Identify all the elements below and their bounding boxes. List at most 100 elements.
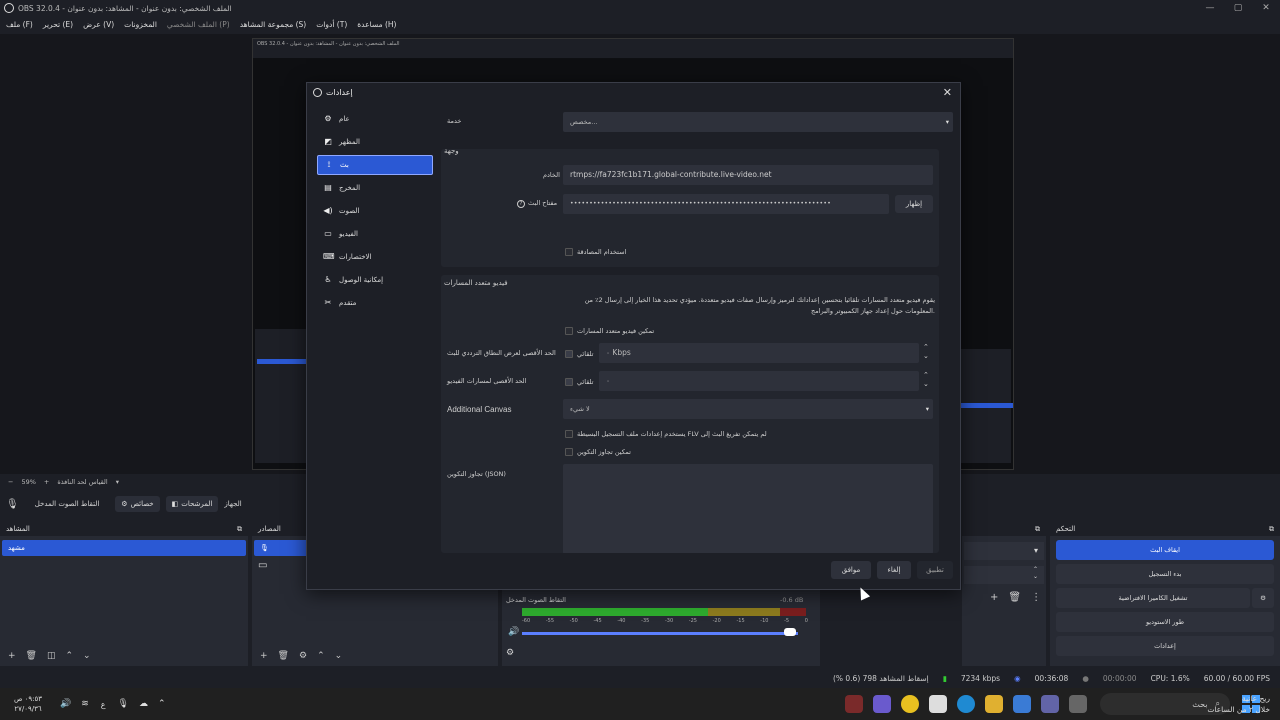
zoom-minus-button[interactable]: −	[8, 478, 13, 486]
menu-edit[interactable]: تحرير (E)	[43, 20, 73, 29]
flv-option-checkbox[interactable]	[565, 430, 573, 438]
undock-icon[interactable]: ⧉	[237, 525, 242, 534]
help-icon[interactable]: ?	[517, 200, 525, 208]
enable-multitrack-checkbox[interactable]	[565, 327, 573, 335]
nav-video[interactable]: ▭ الفيديو	[317, 224, 433, 244]
undock-icon[interactable]: ⧉	[1269, 525, 1274, 534]
nav-output[interactable]: ▤ المخرج	[317, 178, 433, 198]
edge-icon[interactable]	[957, 695, 975, 713]
clock[interactable]: ٠٩:٥٣ ص ٢٧/٠٩/٣٦	[6, 694, 50, 714]
weather-widget[interactable]: ريح عاتية خلال ٢ من الساعات	[1207, 693, 1270, 715]
source-item-selected[interactable]: 🎙	[254, 540, 310, 556]
max-bandwidth-auto-checkbox[interactable]	[565, 350, 573, 358]
wifi-icon[interactable]: ≋	[81, 699, 89, 709]
server-input[interactable]: rtmps://fa723fc1b171.global-contribute.l…	[563, 165, 933, 185]
apply-button[interactable]: تطبيق	[917, 561, 953, 579]
undock-icon[interactable]: ⧉	[1035, 525, 1040, 534]
menu-file[interactable]: ملف (F)	[6, 20, 33, 29]
add-icon[interactable]: +	[8, 651, 16, 661]
properties-button[interactable]: ⚙ خصائص	[115, 496, 160, 512]
menu-docks[interactable]: المخزونات	[124, 20, 157, 29]
trash-icon[interactable]: 🗑	[1008, 592, 1021, 603]
record-time: 00:00:00	[1102, 673, 1137, 683]
folder-icon[interactable]	[985, 695, 1003, 713]
nav-advanced[interactable]: ✂ متقدم	[317, 293, 433, 313]
scenes-dock-footer: + 🗑 ◫ ⌃ ⌄	[0, 646, 248, 666]
discord-icon[interactable]	[873, 695, 891, 713]
meter-yellow	[708, 608, 780, 616]
taskview-icon[interactable]	[1069, 695, 1087, 713]
copilot-icon[interactable]	[1013, 695, 1031, 713]
additional-canvas-select[interactable]: لا شيء ▾	[563, 399, 933, 419]
close-icon[interactable]: ✕	[943, 86, 952, 99]
cloud-icon[interactable]: ☁	[139, 699, 148, 709]
nav-audio[interactable]: ◀) الصوت	[317, 201, 433, 221]
menu-tools[interactable]: أدوات (T)	[316, 20, 347, 29]
scene-item[interactable]: مشهد	[2, 540, 246, 556]
nav-stream[interactable]: ⟟ بث	[317, 155, 433, 175]
zoom-label[interactable]: القياس لحد النافذة	[57, 478, 107, 486]
stream-icon: ◉	[1014, 673, 1021, 683]
gear-icon[interactable]: ⚙	[299, 651, 307, 661]
add-icon[interactable]: +	[260, 651, 268, 661]
microphone-icon[interactable]: 🎙	[118, 699, 129, 709]
ok-button[interactable]: موافق	[831, 561, 871, 579]
obs-taskbar-icon[interactable]	[845, 695, 863, 713]
filter-icon[interactable]: ◫	[47, 651, 56, 661]
use-auth-checkbox[interactable]	[565, 248, 573, 256]
nav-hotkeys[interactable]: ⌨ الاختصارات	[317, 247, 433, 267]
max-bandwidth-spinner[interactable]: ⌃ ⌄	[923, 343, 929, 361]
duration-spinner[interactable]: ⌃ ⌄	[964, 566, 1044, 584]
studio-mode-button[interactable]: طور الاستوديو	[1056, 612, 1274, 632]
service-select[interactable]: مخصص... ▾	[563, 112, 953, 132]
transition-actions: + 🗑 ⋮	[990, 592, 1041, 603]
cancel-button[interactable]: إلغاء	[877, 561, 911, 579]
stream-key-input[interactable]: ••••••••••••••••••••••••••••••••••••••••…	[563, 194, 889, 214]
max-tracks-input[interactable]: ٠	[599, 371, 919, 391]
menu-help[interactable]: مساعدة (H)	[357, 20, 396, 29]
maximize-button[interactable]: ▢	[1224, 0, 1252, 16]
transition-select[interactable]: ▾	[964, 542, 1044, 560]
snapchat-icon[interactable]	[901, 695, 919, 713]
nav-accessibility[interactable]: ♿ إمكانية الوصول	[317, 270, 433, 290]
chevron-down-icon[interactable]: ⌄	[83, 651, 91, 661]
teams-icon[interactable]	[1041, 695, 1059, 713]
max-tracks-spinner[interactable]: ⌃ ⌄	[923, 371, 929, 389]
nav-appearance[interactable]: ◩ المظهر	[317, 132, 433, 152]
trash-icon[interactable]: 🗑	[26, 651, 37, 661]
trash-icon[interactable]: 🗑	[278, 651, 289, 661]
mixer-gear-icon[interactable]: ⚙	[506, 648, 514, 658]
virtual-camera-gear-icon[interactable]: ⚙	[1252, 588, 1274, 608]
start-recording-button[interactable]: بدء التسجيل	[1056, 564, 1274, 584]
chevron-up-icon[interactable]: ⌃	[317, 651, 325, 661]
show-key-button[interactable]: إظهار	[895, 195, 933, 213]
nav-general[interactable]: ⚙ عام	[317, 109, 433, 129]
settings-button[interactable]: إعدادات	[1056, 636, 1274, 656]
add-icon[interactable]: +	[990, 592, 998, 603]
more-icon[interactable]: ⋮	[1031, 592, 1041, 603]
speaker-icon[interactable]: 🔊	[508, 627, 519, 637]
config-override-checkbox[interactable]	[565, 448, 573, 456]
close-button[interactable]: ✕	[1252, 0, 1280, 16]
menu-view[interactable]: عرض (V)	[83, 20, 114, 29]
config-override-textarea[interactable]	[563, 464, 933, 553]
volume-slider-track[interactable]	[522, 632, 798, 635]
chevron-down-icon[interactable]: ▾	[116, 478, 119, 486]
filters-button[interactable]: ◧ المرشحات	[165, 496, 219, 512]
max-tracks-auto-checkbox[interactable]	[565, 378, 573, 386]
speaker-icon[interactable]: 🔊	[60, 699, 71, 709]
max-bandwidth-auto-label: تلقائي	[577, 350, 594, 358]
stop-streaming-button[interactable]: ايقاف البث	[1056, 540, 1274, 560]
menu-profile[interactable]: الملف الشخصي (P)	[167, 20, 230, 29]
max-bandwidth-input[interactable]: ٠ Kbps	[599, 343, 919, 363]
zoom-plus-button[interactable]: +	[44, 478, 49, 486]
menu-scene-collection[interactable]: مجموعة المشاهد (S)	[240, 20, 307, 29]
volume-slider-handle[interactable]	[784, 628, 796, 636]
chevron-up-icon[interactable]: ⌃	[158, 699, 166, 709]
chevron-up-icon[interactable]: ⌃	[66, 651, 74, 661]
store-icon[interactable]	[929, 695, 947, 713]
chevron-down-icon[interactable]: ⌄	[335, 651, 343, 661]
input-language[interactable]: ع	[101, 700, 106, 709]
start-virtual-camera-button[interactable]: تشغيل الكاميرا الافتراضية	[1056, 588, 1250, 608]
minimize-button[interactable]: —	[1196, 0, 1224, 16]
